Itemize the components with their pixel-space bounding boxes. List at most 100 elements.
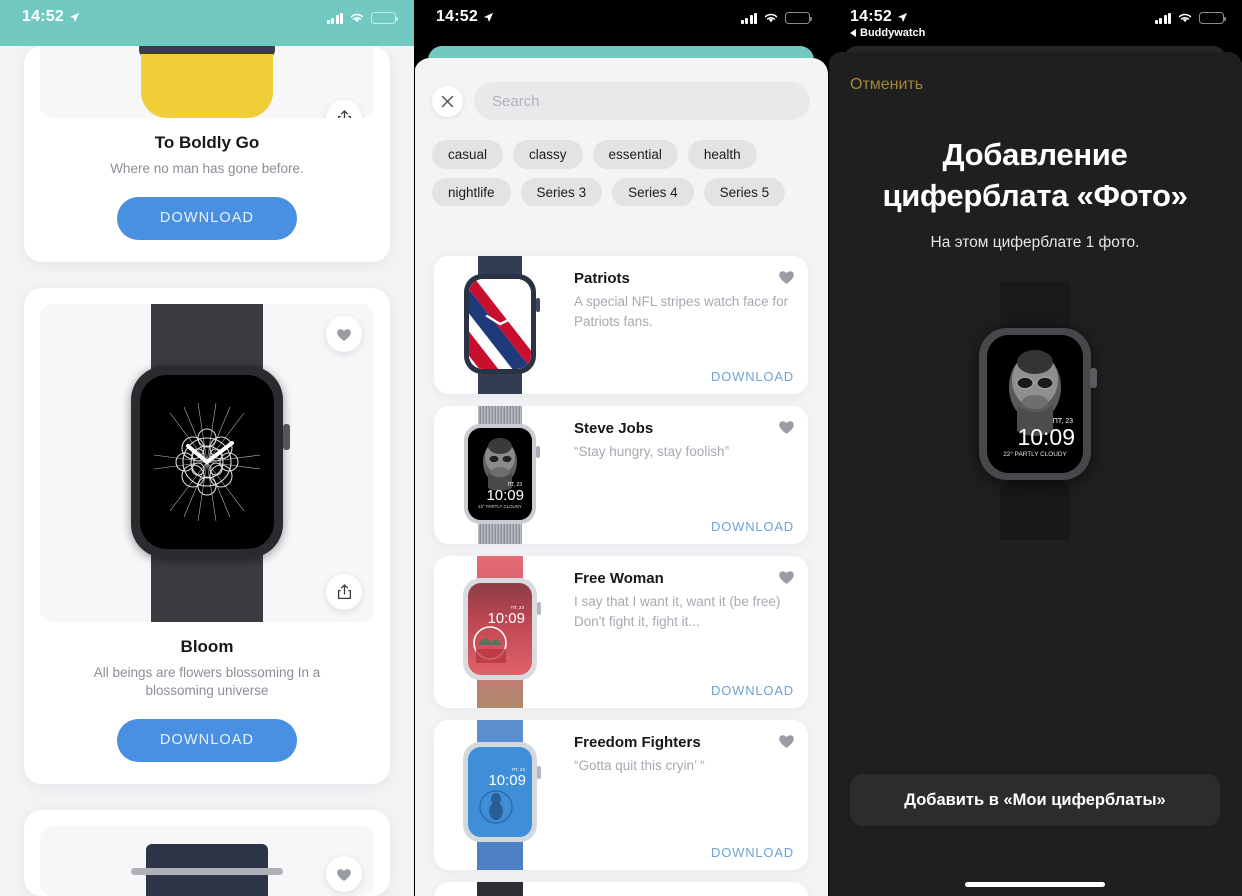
- wifi-icon: [764, 13, 778, 23]
- panel-search-sheet: 14:52 Search casual classy essential hea…: [414, 0, 828, 896]
- bloom-face-art: [153, 402, 261, 522]
- page-subtitle: На этом циферблате 1 фото.: [930, 234, 1140, 251]
- cellular-signal-icon: [740, 12, 757, 24]
- status-time: 14:52: [436, 8, 478, 25]
- battery-icon: [371, 12, 398, 24]
- location-arrow-icon: [69, 12, 80, 22]
- watch-face-time: 10:09: [1017, 424, 1075, 450]
- status-bar-gallery: 14:52: [0, 0, 414, 44]
- face-subtitle: Where no man has gone before.: [110, 161, 304, 176]
- filter-chip[interactable]: classy: [513, 140, 583, 169]
- wifi-icon: [1178, 13, 1192, 23]
- result-thumbnail: ПТ, 23: [434, 882, 566, 896]
- download-button[interactable]: DOWNLOAD: [117, 197, 297, 240]
- result-body: Freedom Fighters “Gotta quit this cryin’…: [566, 720, 808, 870]
- result-body: Free Woman I say that I want it, want it…: [566, 556, 808, 708]
- cancel-button[interactable]: Отменить: [850, 76, 923, 94]
- result-thumbnail: [434, 256, 566, 394]
- favorite-button[interactable]: [326, 856, 362, 892]
- patriots-stripes-art: [469, 279, 531, 369]
- result-row[interactable]: Patriots A special NFL stripes watch fac…: [434, 256, 808, 394]
- close-button[interactable]: [432, 85, 463, 117]
- wifi-icon: [350, 13, 364, 23]
- result-body: Steve Jobs “Stay hungry, stay foolish” D…: [566, 406, 808, 544]
- search-sheet: casual classy essential health nightlife…: [414, 58, 828, 896]
- status-bar-add: 14:52 Buddywatch: [828, 0, 1242, 44]
- panel-divider: [414, 0, 415, 896]
- search-field[interactable]: [474, 82, 810, 120]
- steve-jobs-face-art: ПТ, 23 10:09 22° PARTLY CLOUDY: [468, 428, 532, 520]
- add-to-my-faces-button[interactable]: Добавить в «Мои циферблаты»: [850, 774, 1220, 826]
- result-body: Junkyard Scavengers: [566, 882, 808, 896]
- heart-icon[interactable]: [778, 569, 795, 585]
- download-link[interactable]: DOWNLOAD: [711, 845, 794, 860]
- heart-icon[interactable]: [778, 419, 795, 435]
- add-face-sheet: Отменить Добавление циферблата «Фото» На…: [828, 52, 1242, 896]
- result-row[interactable]: ПТ, 23 Junkyard Scavengers: [434, 882, 808, 896]
- back-triangle-icon: [850, 29, 856, 37]
- cellular-signal-icon: [326, 12, 343, 24]
- download-link[interactable]: DOWNLOAD: [711, 683, 794, 698]
- heart-icon: [337, 328, 351, 341]
- filter-chip[interactable]: health: [687, 140, 757, 169]
- result-title: Steve Jobs: [574, 420, 654, 437]
- share-icon: [337, 584, 351, 600]
- result-row[interactable]: ПТ, 23 10:09 Freedom Fighters “Gotta qui…: [434, 720, 808, 870]
- face-card[interactable]: To Boldly Go Where no man has gone befor…: [24, 46, 390, 262]
- search-input[interactable]: [492, 92, 792, 110]
- result-title: Freedom Fighters: [574, 734, 701, 751]
- result-title: Free Woman: [574, 570, 664, 587]
- result-row[interactable]: ПТ, 23 10:09 22° PARTLY CLOUDY Steve Job…: [434, 406, 808, 544]
- filter-chip[interactable]: essential: [592, 140, 678, 169]
- cellular-signal-icon: [1154, 12, 1171, 24]
- favorite-button[interactable]: [326, 316, 362, 352]
- filter-chip[interactable]: Series 5: [703, 178, 786, 206]
- result-title: Patriots: [574, 270, 630, 287]
- gallery-scroll-area[interactable]: To Boldly Go Where no man has gone befor…: [0, 46, 414, 896]
- svg-text:10:09: 10:09: [486, 487, 524, 504]
- filter-chip[interactable]: Series 4: [612, 178, 694, 206]
- svg-text:22° PARTLY CLOUDY: 22° PARTLY CLOUDY: [478, 504, 522, 509]
- status-time: 14:52: [850, 8, 892, 25]
- download-link[interactable]: DOWNLOAD: [711, 369, 794, 384]
- result-thumbnail: ПТ, 23 10:09 22° PARTLY CLOUDY: [434, 406, 566, 544]
- watch-preview: ПТ, 23 10:09 22° PARTLY CLOUDY: [828, 282, 1242, 540]
- svg-text:10:09: 10:09: [488, 772, 526, 789]
- share-button[interactable]: [326, 574, 362, 610]
- result-thumbnail: ПТ, 23 10:09: [434, 556, 566, 708]
- status-bar-search: 14:52: [414, 0, 828, 44]
- share-button[interactable]: [326, 100, 362, 118]
- photo-watch-face-art: ПТ, 23 10:09 22° PARTLY CLOUDY: [987, 335, 1083, 473]
- result-row[interactable]: ПТ, 23 10:09 Free Woman I say that I wan…: [434, 556, 808, 708]
- face-card[interactable]: Bloom All beings are flowers blossoming …: [24, 288, 390, 784]
- result-thumbnail: ПТ, 23 10:09: [434, 720, 566, 870]
- search-results-list[interactable]: Patriots A special NFL stripes watch fac…: [414, 248, 828, 896]
- page-title: Добавление циферблата «Фото»: [882, 137, 1188, 213]
- filter-chip[interactable]: Series 3: [520, 178, 603, 206]
- battery-icon: [785, 12, 812, 24]
- heart-icon: [337, 868, 351, 881]
- svg-text:10:09: 10:09: [487, 610, 525, 627]
- face-title: To Boldly Go: [154, 133, 260, 152]
- result-body: Patriots A special NFL stripes watch fac…: [566, 256, 808, 394]
- status-time: 14:52: [22, 8, 64, 25]
- result-description: “Gotta quit this cryin’ “: [574, 758, 705, 773]
- watch-face-weather: 22° PARTLY CLOUDY: [1003, 450, 1067, 458]
- back-to-app-link[interactable]: Buddywatch: [850, 27, 925, 39]
- filter-chip[interactable]: nightlife: [432, 178, 511, 206]
- heart-icon[interactable]: [778, 733, 795, 749]
- heart-icon[interactable]: [778, 269, 795, 285]
- result-description: A special NFL stripes watch face for Pat…: [574, 294, 789, 329]
- battery-icon: [1199, 12, 1226, 24]
- download-link[interactable]: DOWNLOAD: [711, 519, 794, 534]
- download-button[interactable]: DOWNLOAD: [117, 719, 297, 762]
- filter-chip-list: casual classy essential health nightlife…: [414, 120, 828, 206]
- face-preview-image: [40, 46, 374, 118]
- face-card[interactable]: [24, 810, 390, 896]
- filter-chip[interactable]: casual: [432, 140, 504, 169]
- result-description: “Stay hungry, stay foolish”: [574, 444, 730, 459]
- freedom-fighters-face-art: ПТ, 23 10:09: [468, 747, 532, 837]
- face-preview-image: [40, 304, 374, 622]
- home-indicator: [965, 882, 1105, 887]
- location-arrow-icon: [897, 12, 908, 22]
